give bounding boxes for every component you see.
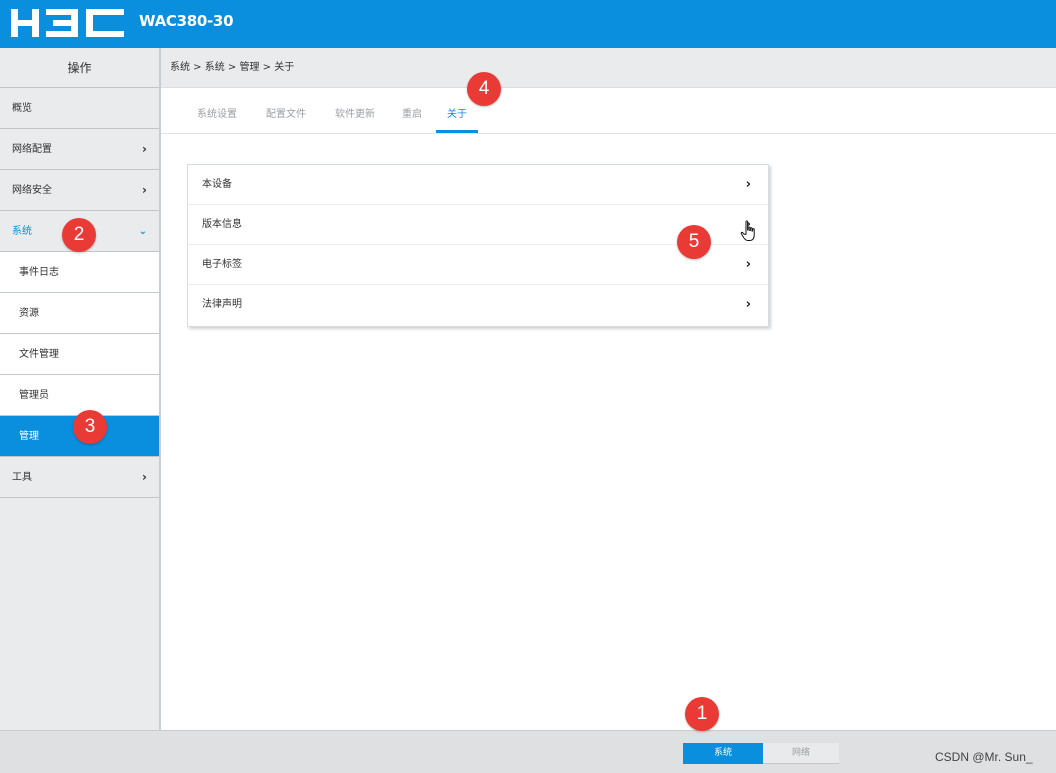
step-marker-4: 4 xyxy=(467,72,501,106)
network-mode-button[interactable]: 网络 xyxy=(763,743,839,764)
device-model: WAC380-30 xyxy=(139,12,234,30)
sidebar-item-network-config[interactable]: 网络配置 › xyxy=(0,129,159,170)
step-marker-3: 3 xyxy=(73,410,107,444)
tab-about[interactable]: 关于 xyxy=(436,105,478,133)
tab-system-settings[interactable]: 系统设置 xyxy=(197,105,237,133)
bottom-bar: 系统 网络 CSDN @Mr. Sun_ xyxy=(0,730,1056,773)
chevron-right-icon: › xyxy=(745,177,751,192)
sidebar-item-label: 网络安全 xyxy=(12,185,52,196)
row-label: 法律声明 xyxy=(202,299,242,310)
breadcrumb: 系统 > 系统 > 管理 > 关于 xyxy=(161,48,1056,88)
chevron-right-icon: › xyxy=(142,183,147,197)
step-marker-2: 2 xyxy=(62,218,96,252)
sidebar-item-network-security[interactable]: 网络安全 › xyxy=(0,170,159,211)
tab-software-update[interactable]: 软件更新 xyxy=(335,105,375,133)
step-marker-5: 5 xyxy=(677,225,711,259)
tab-config-files[interactable]: 配置文件 xyxy=(266,105,306,133)
sidebar-item-label: 概览 xyxy=(12,103,32,114)
sidebar-subitem-event-log[interactable]: 事件日志 xyxy=(0,252,159,293)
chevron-right-icon: › xyxy=(142,470,147,484)
sidebar-item-label: 系统 xyxy=(12,226,32,237)
row-label: 电子标签 xyxy=(202,259,242,270)
top-header: WAC380-30 xyxy=(0,0,1056,48)
step-marker-1: 1 xyxy=(685,697,719,731)
sidebar-item-label: 工具 xyxy=(12,472,32,483)
row-label: 本设备 xyxy=(202,179,232,190)
about-row-this-device[interactable]: 本设备 › xyxy=(188,165,768,205)
sidebar-title: 操作 xyxy=(0,48,159,88)
system-mode-button[interactable]: 系统 xyxy=(683,743,763,764)
sidebar: 操作 概览 网络配置 › 网络安全 › 系统 ⌄ 事件日志 资源 文件管理 管理… xyxy=(0,48,161,730)
tab-reboot[interactable]: 重启 xyxy=(402,105,422,133)
chevron-right-icon: › xyxy=(745,297,751,312)
watermark-text: CSDN @Mr. Sun_ xyxy=(935,750,1033,764)
chevron-right-icon: › xyxy=(142,142,147,156)
sidebar-subitem-file-management[interactable]: 文件管理 xyxy=(0,334,159,375)
h3c-logo xyxy=(11,9,124,37)
sidebar-item-tools[interactable]: 工具 › xyxy=(0,457,159,498)
sidebar-item-overview[interactable]: 概览 xyxy=(0,88,159,129)
app-window: WAC380-30 操作 概览 网络配置 › 网络安全 › 系统 ⌄ 事件日志 … xyxy=(0,0,1056,773)
sidebar-subitem-resources[interactable]: 资源 xyxy=(0,293,159,334)
about-row-legal-notice[interactable]: 法律声明 › xyxy=(188,285,768,325)
hand-pointer-icon xyxy=(740,220,755,241)
chevron-right-icon: › xyxy=(745,257,751,272)
chevron-down-icon: ⌄ xyxy=(138,226,147,237)
tab-bar: 系统设置 配置文件 软件更新 重启 关于 xyxy=(161,88,1056,134)
sidebar-subitem-administrators[interactable]: 管理员 xyxy=(0,375,159,416)
row-label: 版本信息 xyxy=(202,219,242,230)
sidebar-item-label: 网络配置 xyxy=(12,144,52,155)
